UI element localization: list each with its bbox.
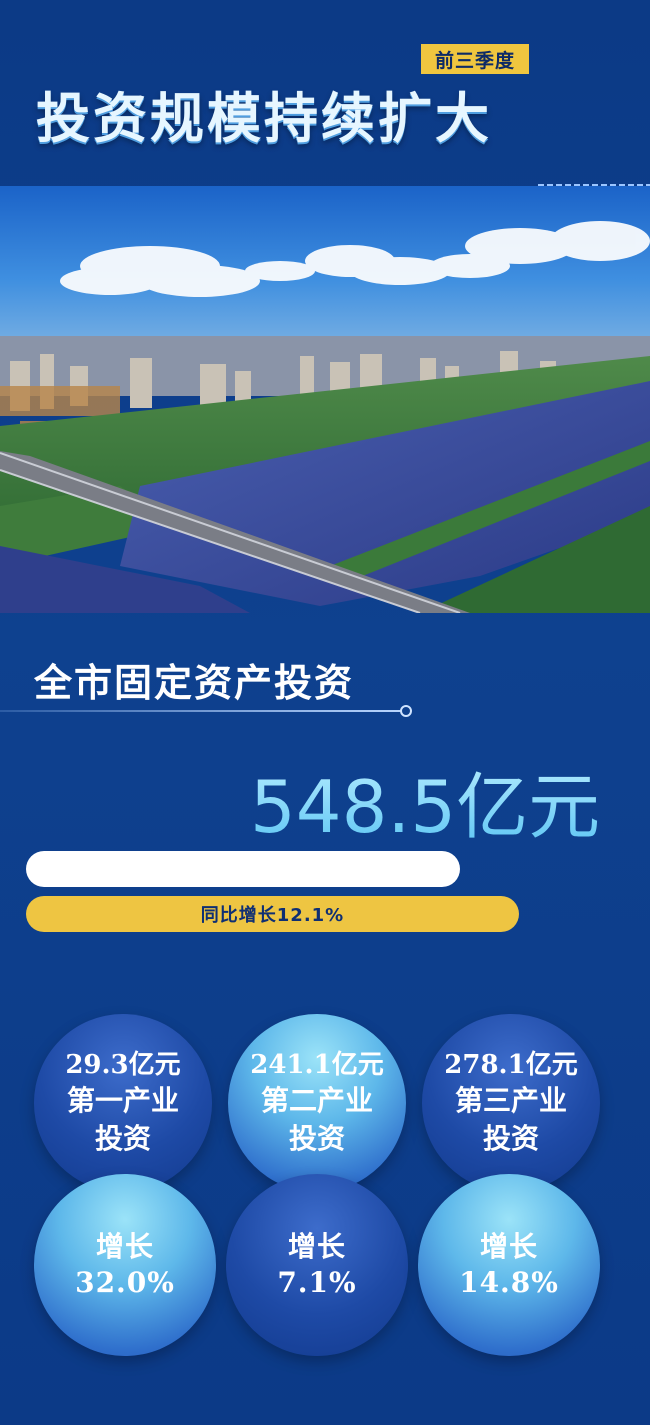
- tertiary-industry-name: 第三产业: [454, 1084, 567, 1117]
- primary-growth-value: 32.0%: [75, 1266, 175, 1299]
- title-underline: [0, 710, 402, 712]
- secondary-industry-amount: 241.1亿元: [250, 1050, 384, 1080]
- yoy-growth-text: 同比增长12.1%: [200, 905, 345, 926]
- secondary-growth-value: 7.1%: [277, 1266, 357, 1299]
- primary-growth-circle: 增长 32.0%: [34, 1174, 216, 1356]
- secondary-growth-circle: 增长 7.1%: [226, 1174, 408, 1356]
- primary-growth-label: 增长: [95, 1230, 154, 1263]
- secondary-industry-circle: 241.1亿元 第二产业 投资: [228, 1014, 406, 1192]
- primary-industry-name: 第一产业: [66, 1084, 179, 1117]
- city-aerial-photo: [0, 186, 650, 613]
- yoy-growth-bar: 同比增长12.1%: [26, 896, 519, 932]
- tertiary-industry-amount: 278.1亿元: [444, 1050, 578, 1080]
- tertiary-industry-circle: 278.1亿元 第三产业 投资: [422, 1014, 600, 1192]
- tertiary-growth-label: 增长: [479, 1230, 538, 1263]
- secondary-industry-name-suffix: 投资: [288, 1122, 345, 1155]
- primary-industry-circle: 29.3亿元 第一产业 投资: [34, 1014, 212, 1192]
- page-title: 投资规模持续扩大: [36, 86, 492, 150]
- tertiary-industry-name-suffix: 投资: [482, 1122, 539, 1155]
- section-title: 全市固定资产投资: [34, 660, 355, 705]
- secondary-industry-name: 第二产业: [260, 1084, 373, 1117]
- progress-bar: [26, 851, 460, 887]
- title-underline-dot: [400, 705, 412, 717]
- total-investment: 548.5亿元: [250, 748, 600, 853]
- header: 前三季度 投资规模持续扩大: [0, 0, 650, 190]
- tertiary-growth-circle: 增长 14.8%: [418, 1174, 600, 1356]
- tertiary-growth-value: 14.8%: [459, 1266, 559, 1299]
- primary-industry-name-suffix: 投资: [94, 1122, 151, 1155]
- secondary-growth-label: 增长: [287, 1230, 346, 1263]
- period-badge: 前三季度: [421, 44, 529, 74]
- primary-industry-amount: 29.3亿元: [65, 1050, 181, 1080]
